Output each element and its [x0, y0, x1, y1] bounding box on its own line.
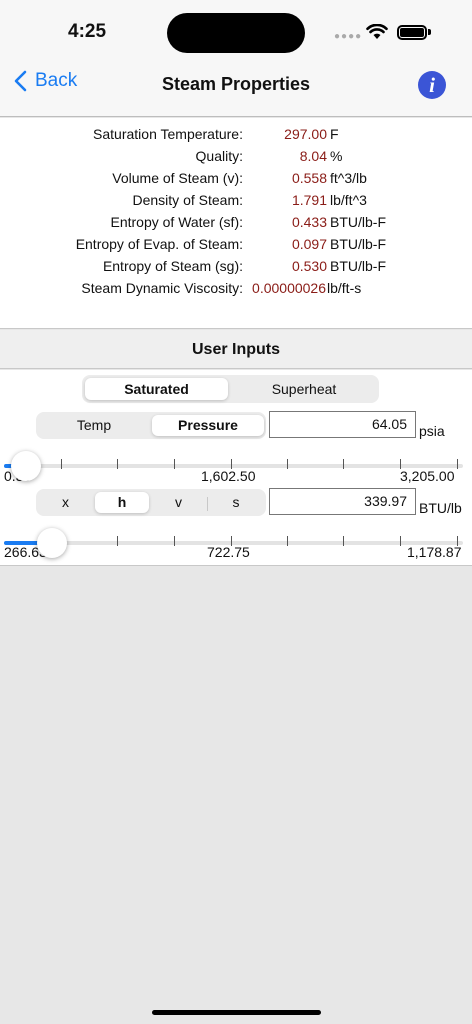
result-value: 0.558	[291, 170, 327, 186]
slider-tick	[457, 459, 458, 469]
result-label: Entropy of Evap. of Steam:	[75, 236, 243, 252]
segment-saturated[interactable]: Saturated	[85, 378, 228, 400]
result-unit: ft^3/lb	[330, 170, 367, 186]
result-label: Volume of Steam (v):	[112, 170, 243, 186]
slider-tick	[174, 536, 175, 546]
slider-tick	[343, 536, 344, 546]
status-bar: 4:25 ●●●●	[0, 0, 472, 62]
segment-superheat[interactable]: Superheat	[232, 378, 376, 400]
slider-tick	[343, 459, 344, 469]
pressure-field[interactable]: 64.05	[269, 411, 416, 438]
result-value: 0.433	[291, 214, 327, 230]
result-value: 0.097	[291, 236, 327, 252]
result-value: 0.530	[291, 258, 327, 274]
result-unit: lb/ft-s	[327, 280, 362, 296]
result-unit: %	[330, 148, 343, 164]
segment-temp[interactable]: Temp	[39, 415, 149, 436]
segment-h[interactable]: h	[95, 492, 149, 513]
results-panel: Saturation Temperature: 297.00 F Quality…	[0, 118, 472, 329]
inputs-panel: Saturated Superheat Temp Pressure 64.05 …	[0, 370, 472, 566]
signal-icon: ●●●●	[334, 31, 363, 42]
property-segmented-control: x h v s	[36, 489, 266, 516]
mode-segmented-control: Saturated Superheat	[82, 375, 379, 403]
result-row-quality: Quality: 8.04 %	[0, 148, 472, 170]
result-value: 297.00	[284, 126, 327, 142]
result-row-volume: Volume of Steam (v): 0.558 ft^3/lb	[0, 170, 472, 192]
segment-s[interactable]: s	[209, 492, 263, 513]
result-unit: lb/ft^3	[330, 192, 367, 208]
page-title: Steam Properties	[161, 74, 311, 94]
home-indicator	[152, 1010, 321, 1015]
pressure-unit: psia	[419, 423, 445, 439]
pressure-slider-thumb[interactable]	[11, 451, 41, 481]
result-value: 8.04	[299, 148, 327, 164]
result-value: 0.00000026	[252, 280, 326, 296]
result-row-entropy-evap: Entropy of Evap. of Steam: 0.097 BTU/lb-…	[0, 236, 472, 258]
user-inputs-header: User Inputs	[0, 330, 472, 369]
slider-mid-label: 722.75	[207, 544, 250, 560]
battery-icon	[397, 25, 427, 40]
result-label: Density of Steam:	[132, 192, 244, 208]
slider-tick	[287, 536, 288, 546]
result-unit: BTU/lb-F	[330, 214, 386, 230]
segment-x[interactable]: x	[39, 492, 92, 513]
slider-tick	[117, 459, 118, 469]
enthalpy-unit: BTU/lb	[419, 500, 462, 516]
wifi-icon	[366, 24, 388, 39]
result-label: Quality:	[195, 148, 243, 164]
segment-pressure[interactable]: Pressure	[152, 415, 264, 436]
result-row-viscosity: Steam Dynamic Viscosity: 0.00000026 lb/f…	[0, 280, 472, 302]
status-time: 4:25	[68, 21, 107, 42]
dynamic-island	[167, 13, 305, 53]
slider-tick	[61, 459, 62, 469]
result-unit: BTU/lb-F	[330, 258, 386, 274]
segment-separator	[207, 497, 208, 511]
slider-max-label: 1,178.87	[407, 544, 462, 560]
slider-tick	[174, 459, 175, 469]
slider-mid-label: 1,602.50	[201, 468, 256, 484]
result-label: Entropy of Steam (sg):	[102, 258, 243, 274]
slider-tick	[117, 536, 118, 546]
slider-tick	[287, 459, 288, 469]
result-label: Entropy of Water (sf):	[110, 214, 243, 230]
result-row-density: Density of Steam: 1.791 lb/ft^3	[0, 192, 472, 214]
result-unit: F	[330, 126, 339, 142]
basis-segmented-control: Temp Pressure	[36, 412, 266, 439]
enthalpy-slider-thumb[interactable]	[37, 528, 67, 558]
slider-tick	[400, 536, 401, 546]
segment-v[interactable]: v	[152, 492, 205, 513]
result-label: Saturation Temperature:	[93, 126, 243, 142]
result-row-entropy-steam: Entropy of Steam (sg): 0.530 BTU/lb-F	[0, 258, 472, 280]
battery-tip	[428, 29, 431, 35]
result-value: 1.791	[291, 192, 327, 208]
section-title: User Inputs	[191, 341, 280, 358]
result-label: Steam Dynamic Viscosity:	[81, 280, 243, 296]
info-icon[interactable]: i	[418, 71, 446, 99]
slider-max-label: 3,205.00	[400, 468, 455, 484]
result-row-entropy-water: Entropy of Water (sf): 0.433 BTU/lb-F	[0, 214, 472, 236]
result-row-saturation-temperature: Saturation Temperature: 297.00 F	[0, 126, 472, 148]
result-unit: BTU/lb-F	[330, 236, 386, 252]
enthalpy-field[interactable]: 339.97	[269, 488, 416, 515]
navigation-bar: Back Steam Properties i	[0, 62, 472, 117]
